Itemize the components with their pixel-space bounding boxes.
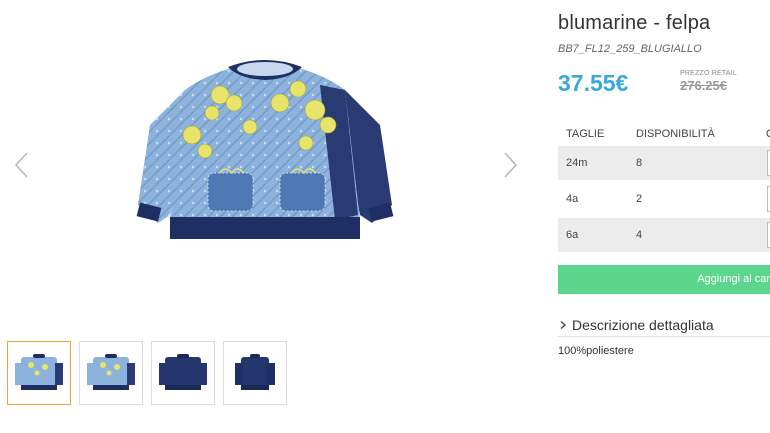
description-toggle-label: Descrizione dettagliata (572, 316, 714, 333)
retail-price-label: PREZZO RETAIL (680, 70, 737, 77)
chevron-left-icon[interactable] (12, 150, 32, 180)
thumbnail-back-navy[interactable] (151, 341, 215, 405)
description-text: 100%poliestere (558, 345, 634, 357)
size-table: TAGLIE DISPONIBILITÀ Q 24m 8 4a 2 6a 4 (558, 128, 770, 254)
product-title: blumarine - felpa (558, 12, 711, 34)
product-info-panel: blumarine - felpa BB7_FL12_259_BLUGIALLO… (558, 0, 770, 433)
product-main-image (130, 55, 400, 280)
thumbnail-side-navy[interactable] (223, 341, 287, 405)
retail-price: 276.25€ (680, 78, 727, 93)
header-quantity: Q (766, 128, 770, 146)
header-availability: DISPONIBILITÀ (636, 128, 715, 140)
product-sku: BB7_FL12_259_BLUGIALLO (558, 43, 702, 55)
size-row: 6a 4 (558, 218, 770, 252)
size-table-header: TAGLIE DISPONIBILITÀ Q (558, 128, 770, 146)
chevron-right-icon (560, 320, 566, 329)
size-value: 6a (566, 229, 579, 241)
retail-price-block: PREZZO RETAIL 276.25€ (680, 70, 737, 93)
size-value: 24m (566, 157, 588, 169)
size-value: 4a (566, 193, 579, 205)
thumbnail-front-print-alt[interactable] (79, 341, 143, 405)
product-price: 37.55€ (558, 70, 629, 96)
chevron-right-icon[interactable] (500, 150, 520, 180)
thumbnail-front-print[interactable] (7, 341, 71, 405)
availability-value: 2 (636, 193, 643, 205)
description-toggle[interactable]: Descrizione dettagliata (558, 313, 770, 337)
thumbnail-strip (7, 341, 287, 405)
product-gallery (0, 0, 540, 433)
availability-value: 8 (636, 157, 643, 169)
header-sizes: TAGLIE (566, 128, 605, 140)
add-to-cart-button[interactable]: Aggiungi al car (558, 265, 770, 294)
size-row: 24m 8 (558, 146, 770, 180)
size-row: 4a 2 (558, 182, 770, 216)
availability-value: 4 (636, 229, 643, 241)
